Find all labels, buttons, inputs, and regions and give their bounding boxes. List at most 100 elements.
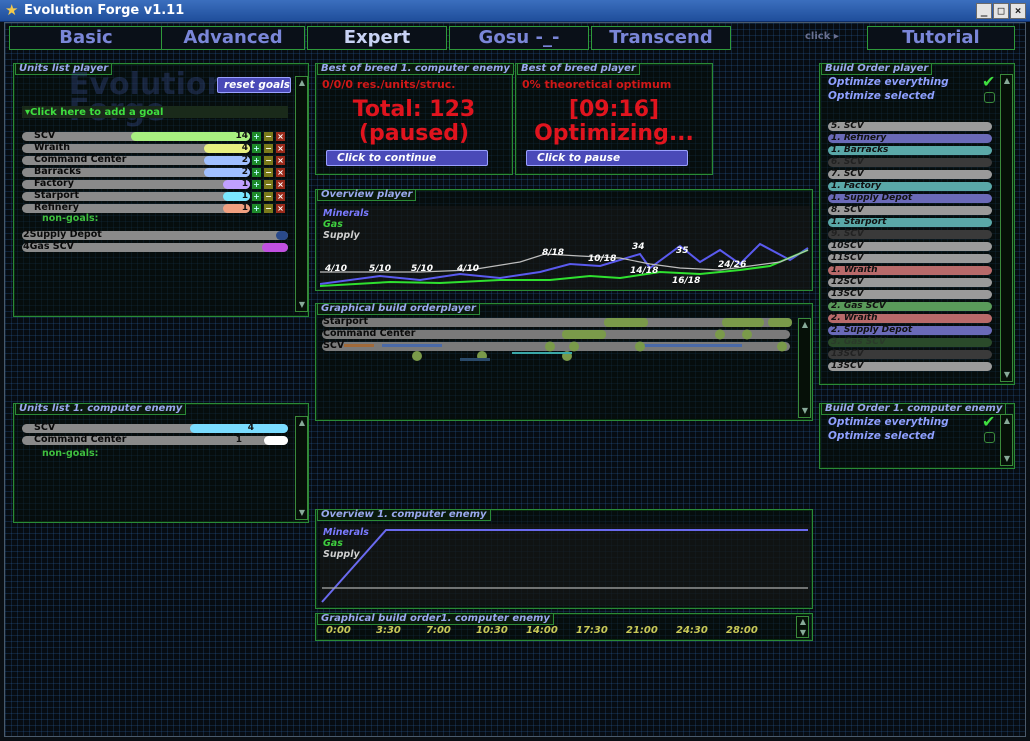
goal-remove-icon[interactable]: × xyxy=(276,192,285,201)
build-order-item[interactable]: 1. Supply Depot xyxy=(828,194,992,203)
build-order-item[interactable]: 13SCV xyxy=(828,362,992,371)
goal-count: 2 xyxy=(241,155,248,165)
goal-remove-icon[interactable]: × xyxy=(276,204,285,213)
goal-count: 14 xyxy=(235,131,248,141)
build-order-item[interactable]: 9. SCV xyxy=(828,230,992,239)
scroll-down-icon[interactable]: ▼ xyxy=(297,508,307,518)
enemy-optimize-selected[interactable]: Optimize selected xyxy=(828,430,934,442)
goal-plus-icon[interactable]: + xyxy=(252,132,261,141)
enemy-units-scrollbar[interactable]: ▲ ▼ xyxy=(295,416,308,520)
checkmark-icon[interactable]: ✔ xyxy=(982,414,995,430)
chart-label: 4/10 xyxy=(457,264,480,274)
build-order-item[interactable]: 1. Wraith xyxy=(828,266,992,275)
legend-gas: Gas xyxy=(323,219,343,230)
close-icon[interactable]: × xyxy=(1010,3,1026,19)
goal-remove-icon[interactable]: × xyxy=(276,156,285,165)
build-order-item[interactable]: 3. Gas SCV xyxy=(828,338,992,347)
enemy-optimize-selected-checkbox[interactable] xyxy=(984,432,995,443)
gbo-enemy-scrollbar[interactable]: ▲ ▼ xyxy=(796,616,809,638)
build-order-item[interactable]: 13SCV xyxy=(828,350,992,359)
tab-gosu[interactable]: Gosu -_- xyxy=(449,26,589,50)
pause-button[interactable]: Click to pause xyxy=(526,150,688,166)
chart-label: 4/10 xyxy=(325,264,348,274)
build-order-item[interactable]: 1. Refinery xyxy=(828,134,992,143)
build-order-item[interactable]: 8. SCV xyxy=(828,206,992,215)
build-order-scrollbar[interactable]: ▲ ▼ xyxy=(1000,74,1013,382)
gbo-scrollbar[interactable]: ▲ ▼ xyxy=(798,318,811,418)
scroll-down-icon[interactable]: ▼ xyxy=(297,300,307,310)
goal-plus-icon[interactable]: + xyxy=(252,180,261,189)
chart-label: 24/26 xyxy=(718,260,747,270)
build-order-item[interactable]: 11SCV xyxy=(828,254,992,263)
scroll-down-icon[interactable]: ▼ xyxy=(798,628,808,637)
scroll-down-icon[interactable]: ▼ xyxy=(800,406,810,416)
scroll-up-icon[interactable]: ▲ xyxy=(798,617,808,626)
nongoal-bar-fill xyxy=(276,231,288,240)
scroll-up-icon[interactable]: ▲ xyxy=(297,418,307,428)
build-order-item[interactable]: 12SCV xyxy=(828,278,992,287)
goal-count: 4 xyxy=(241,143,248,153)
build-order-item[interactable]: 7. SCV xyxy=(828,170,992,179)
checkmark-icon[interactable]: ✔ xyxy=(982,74,995,90)
goal-minus-icon[interactable]: − xyxy=(264,156,273,165)
add-goal-row[interactable]: ▾Click here to add a goal xyxy=(22,106,288,118)
goal-remove-icon[interactable]: × xyxy=(276,180,285,189)
scroll-down-icon[interactable]: ▼ xyxy=(1002,370,1012,380)
scroll-up-icon[interactable]: ▲ xyxy=(1002,416,1012,426)
nongoal-bar-fill xyxy=(262,243,288,252)
goal-minus-icon[interactable]: − xyxy=(264,192,273,201)
build-order-item[interactable]: 2. Gas SCV xyxy=(828,302,992,311)
goal-plus-icon[interactable]: + xyxy=(252,168,261,177)
scroll-down-icon[interactable]: ▼ xyxy=(1002,454,1012,464)
gbo-enemy-panel: Graphical build order1. computer enemy 0… xyxy=(315,613,813,641)
build-order-item[interactable]: 5. SCV xyxy=(828,122,992,131)
continue-button[interactable]: Click to continue xyxy=(326,150,488,166)
goal-minus-icon[interactable]: − xyxy=(264,180,273,189)
build-order-item[interactable]: 2. Wraith xyxy=(828,314,992,323)
goal-minus-icon[interactable]: − xyxy=(264,144,273,153)
build-order-item[interactable]: 13SCV xyxy=(828,290,992,299)
optimize-selected[interactable]: Optimize selected xyxy=(828,90,934,102)
tab-advanced[interactable]: Advanced xyxy=(161,26,305,50)
overview-player-panel: Overview player Minerals Gas Supply 4/10… xyxy=(315,189,813,291)
optimize-selected-checkbox[interactable] xyxy=(984,92,995,103)
build-order-item[interactable]: 1. Barracks xyxy=(828,146,992,155)
goal-plus-icon[interactable]: + xyxy=(252,204,261,213)
goal-plus-icon[interactable]: + xyxy=(252,144,261,153)
tab-expert[interactable]: Expert xyxy=(307,26,447,50)
scroll-up-icon[interactable]: ▲ xyxy=(297,78,307,88)
goal-name: Command Center xyxy=(34,154,127,165)
goal-plus-icon[interactable]: + xyxy=(252,192,261,201)
build-order-item[interactable]: 2. Supply Depot xyxy=(828,326,992,335)
build-order-item[interactable]: 1. Factory xyxy=(828,182,992,191)
reset-goals-button[interactable]: reset goals xyxy=(217,77,291,93)
maximize-icon[interactable]: □ xyxy=(993,3,1009,19)
enemy-bo-scrollbar[interactable]: ▲ ▼ xyxy=(1000,414,1013,466)
goal-remove-icon[interactable]: × xyxy=(276,168,285,177)
optimizing-status: Optimizing... xyxy=(534,121,694,146)
units-list-scrollbar[interactable]: ▲ ▼ xyxy=(295,76,308,312)
tab-tutorial[interactable]: Tutorial xyxy=(867,26,1015,50)
goal-remove-icon[interactable]: × xyxy=(276,132,285,141)
enemy-unit-count: 4 xyxy=(247,423,254,433)
chart-label: 8/18 xyxy=(542,248,565,258)
build-order-item[interactable]: 6. SCV xyxy=(828,158,992,167)
tab-basic[interactable]: Basic xyxy=(9,26,163,50)
goal-plus-icon[interactable]: + xyxy=(252,156,261,165)
goal-minus-icon[interactable]: − xyxy=(264,204,273,213)
legend-supply: Supply xyxy=(323,230,360,241)
optimize-everything[interactable]: Optimize everything xyxy=(828,76,949,88)
minimize-icon[interactable]: _ xyxy=(976,3,992,19)
goal-remove-icon[interactable]: × xyxy=(276,144,285,153)
build-order-player-panel: Build Order player Optimize everything O… xyxy=(819,63,1015,385)
goal-minus-icon[interactable]: − xyxy=(264,168,273,177)
goal-name: Refinery xyxy=(34,202,79,213)
scroll-up-icon[interactable]: ▲ xyxy=(1002,76,1012,86)
time-value: [09:16] xyxy=(568,97,660,122)
scroll-up-icon[interactable]: ▲ xyxy=(800,320,810,330)
enemy-optimize-everything[interactable]: Optimize everything xyxy=(828,416,949,428)
tab-transcend[interactable]: Transcend xyxy=(591,26,731,50)
goal-minus-icon[interactable]: − xyxy=(264,132,273,141)
build-order-item[interactable]: 10SCV xyxy=(828,242,992,251)
build-order-item[interactable]: 1. Starport xyxy=(828,218,992,227)
